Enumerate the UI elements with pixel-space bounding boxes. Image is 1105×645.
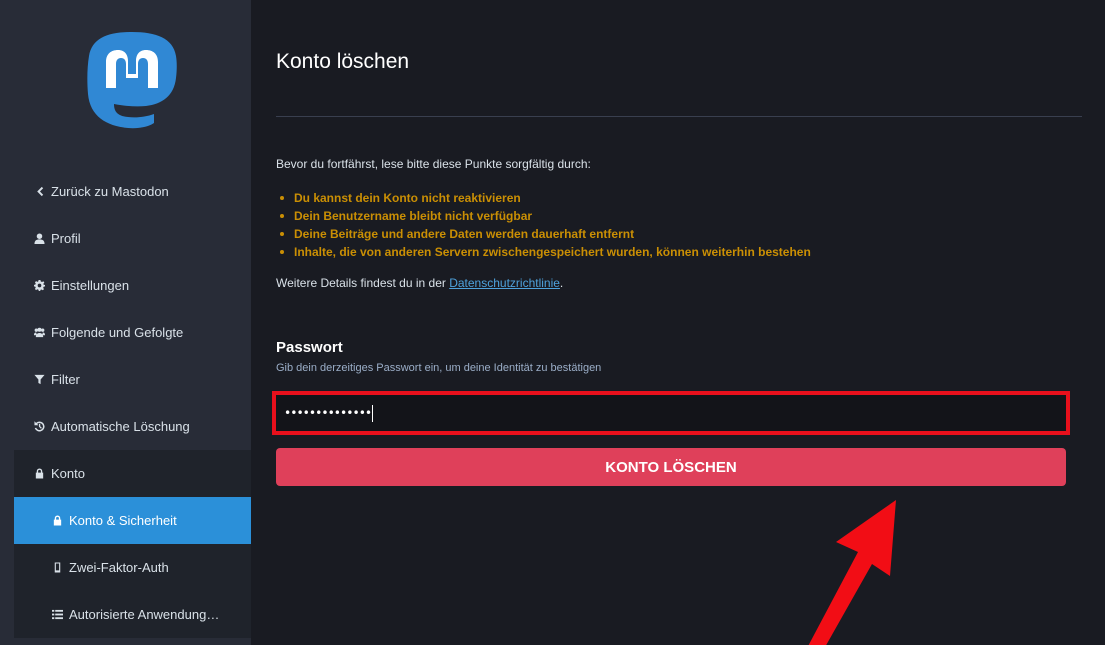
warning-list: Du kannst dein Konto nicht reaktivieren … [276, 189, 811, 261]
chevron-left-icon [33, 186, 45, 198]
details-text: Weitere Details findest du in der Datens… [276, 276, 563, 290]
list-icon [51, 609, 63, 621]
red-arrow-annotation [808, 500, 896, 645]
sidebar-item-authorized-apps[interactable]: Autorisierte Anwendung… [14, 591, 251, 638]
divider [276, 116, 1082, 117]
sidebar-item-label: Autorisierte Anwendung… [69, 607, 220, 622]
privacy-policy-link[interactable]: Datenschutzrichtlinie [449, 276, 560, 290]
warning-item: Deine Beiträge und andere Daten werden d… [276, 225, 811, 243]
sidebar-item-label: Zurück zu Mastodon [51, 184, 169, 199]
delete-account-button[interactable]: KONTO LÖSCHEN [276, 448, 1066, 486]
sidebar-item-label: Automatische Löschung [51, 419, 190, 434]
sidebar-item-auto-delete[interactable]: Automatische Löschung [0, 403, 251, 450]
password-value: •••••••••••••• [284, 406, 372, 420]
sidebar-item-profile[interactable]: Profil [0, 215, 251, 262]
sidebar-item-label: Folgende und Gefolgte [51, 325, 184, 340]
page-title: Konto löschen [276, 50, 410, 73]
sidebar-item-filter[interactable]: Filter [0, 356, 251, 403]
sidebar: Zurück zu Mastodon Profil Einstellungen … [0, 0, 251, 645]
settings-nav: Zurück zu Mastodon Profil Einstellungen … [0, 168, 251, 638]
mobile-icon [51, 562, 63, 574]
main-content: Konto löschen Bevor du fortfährst, lese … [272, 0, 1082, 645]
sidebar-subnav: Konto & Sicherheit Zwei-Faktor-Auth Auto… [14, 497, 251, 638]
password-input[interactable]: •••••••••••••• [276, 395, 1066, 431]
sidebar-group-account: Konto Konto & Sicherheit Zwei-Faktor-Aut… [14, 450, 251, 638]
sidebar-item-account[interactable]: Konto [14, 450, 251, 497]
sidebar-item-label: Konto [51, 466, 85, 481]
sidebar-item-settings[interactable]: Einstellungen [0, 262, 251, 309]
sidebar-item-label: Einstellungen [51, 278, 130, 293]
password-hint: Gib dein derzeitiges Passwort ein, um de… [276, 362, 602, 374]
password-label: Passwort [276, 339, 343, 356]
sidebar-item-label: Profil [51, 231, 81, 246]
warning-item: Dein Benutzername bleibt nicht verfügbar [276, 207, 811, 225]
users-icon [33, 327, 45, 339]
user-icon [33, 233, 45, 245]
sidebar-item-label: Zwei-Faktor-Auth [69, 560, 169, 575]
password-highlight-box: •••••••••••••• [272, 391, 1070, 435]
lock-icon [51, 515, 63, 527]
warning-item: Du kannst dein Konto nicht reaktivieren [276, 189, 811, 207]
details-suffix: . [559, 276, 564, 290]
sidebar-item-label: Filter [51, 372, 80, 387]
gear-icon [33, 280, 45, 292]
filter-icon [33, 374, 45, 386]
sidebar-item-account-security[interactable]: Konto & Sicherheit [14, 497, 251, 544]
text-caret [372, 404, 374, 422]
intro-text: Bevor du fortfährst, lese bitte diese Pu… [276, 157, 591, 171]
sidebar-item-relationships[interactable]: Folgende und Gefolgte [0, 309, 251, 356]
sidebar-item-label: Konto & Sicherheit [69, 513, 177, 528]
sidebar-item-back[interactable]: Zurück zu Mastodon [0, 168, 251, 215]
warning-item: Inhalte, die von anderen Servern zwische… [276, 243, 811, 261]
details-prefix: Weitere Details findest du in der [276, 276, 450, 290]
sidebar-item-two-factor[interactable]: Zwei-Faktor-Auth [14, 544, 251, 591]
mastodon-logo-icon[interactable] [84, 30, 180, 130]
lock-icon [33, 468, 45, 480]
history-icon [33, 421, 45, 433]
